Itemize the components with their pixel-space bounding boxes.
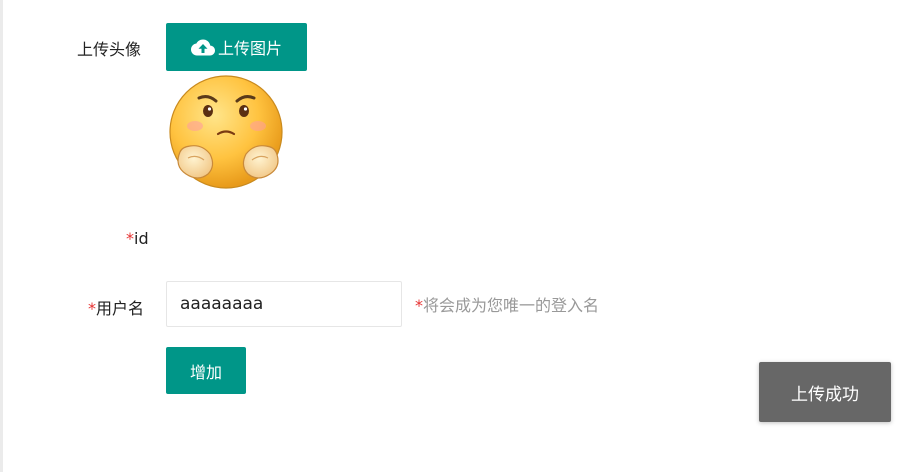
id-required-mark: * [126,229,134,248]
upload-success-toast: 上传成功 [759,362,891,422]
username-label: *用户名 [88,295,144,319]
avatar-label: 上传头像 [77,40,142,59]
username-label-text: 用户名 [96,299,145,318]
username-input[interactable] [166,281,402,327]
avatar-image [166,74,290,196]
username-hint: *将会成为您唯一的登入名 [415,292,599,316]
add-button[interactable]: 增加 [166,347,246,394]
upload-button-label: 上传图片 [217,39,282,58]
username-required-mark: * [88,299,96,318]
id-label-text: id [134,229,149,248]
toast-message: 上传成功 [791,384,859,405]
upload-image-button[interactable]: 上传图片 [166,23,307,71]
cloud-upload-icon [190,39,215,56]
username-hint-mark: * [415,296,423,315]
username-hint-text: 将会成为您唯一的登入名 [423,296,600,315]
id-label: *id [126,229,149,248]
left-edge-divider [0,0,3,472]
